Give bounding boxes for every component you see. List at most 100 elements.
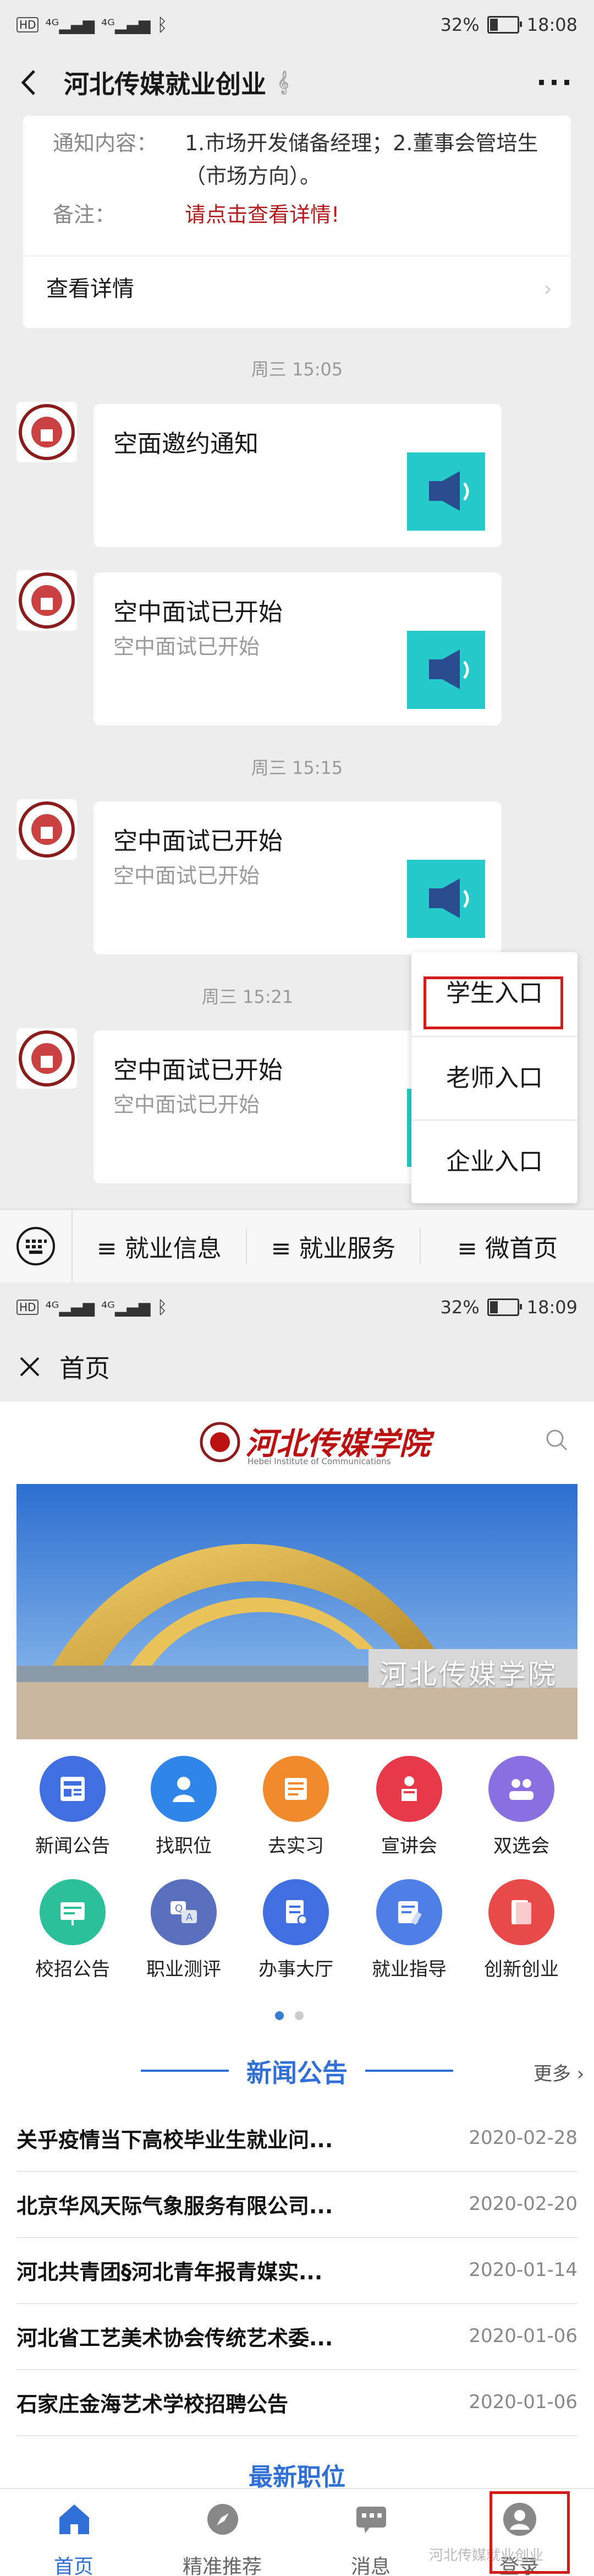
avatar[interactable] — [16, 799, 77, 860]
search-icon[interactable] — [544, 1428, 569, 1452]
public-account-menu: ≡ 就业信息 ≡ 就业服务 ≡ 微首页 — [0, 1209, 594, 1282]
highlight-box — [424, 976, 563, 1029]
menu-employment-info[interactable]: ≡ 就业信息 — [73, 1229, 247, 1264]
hd-icon: HD — [16, 17, 39, 32]
speaker-icon — [376, 1756, 442, 1822]
page-dot — [295, 2011, 304, 2020]
document-icon — [263, 1879, 329, 1945]
more-icon[interactable]: ··· — [536, 67, 574, 99]
ear-icon: 𝄞 — [277, 71, 289, 94]
message-card[interactable]: 空中面试已开始 空中面试已开始 — [94, 801, 502, 954]
grid-item-campus-recruit[interactable]: 校招公告 — [13, 1879, 132, 1981]
grid-label: 双选会 — [493, 1835, 549, 1857]
grid-item-job-fair[interactable]: 双选会 — [462, 1756, 581, 1858]
chat-title-bar: 河北传媒就业创业 𝄞 ··· — [0, 50, 594, 116]
keyboard-icon[interactable] — [0, 1210, 73, 1282]
tab-recommend[interactable]: 精准推荐 — [163, 2489, 282, 2576]
campus-banner[interactable]: 河北传媒学院 — [16, 1484, 578, 1739]
chevron-right-icon: › — [543, 276, 552, 302]
highlight-box — [490, 2491, 570, 2574]
grid-item-career-test[interactable]: QA 职业测评 — [124, 1879, 243, 1981]
grid-label: 新闻公告 — [35, 1835, 110, 1857]
news-item[interactable]: 北京华风天际气象服务有限公司... 2020-02-20 — [16, 2171, 578, 2238]
title-decor-right — [365, 2070, 453, 2072]
message-desc: 空中面试已开始 — [113, 864, 260, 888]
news-item[interactable]: 关乎疫情当下高校毕业生就业问... 2020-02-28 — [16, 2105, 578, 2172]
hd-icon: HD — [16, 1300, 39, 1315]
message-desc: 空中面试已开始 — [113, 1093, 260, 1117]
timestamp: 周三 15:15 — [251, 757, 343, 778]
signal-icon-2: ⁴ᴳ▂▄▆ — [101, 15, 151, 34]
avatar[interactable] — [16, 1028, 77, 1089]
grid-item-jobs[interactable]: 找职位 — [124, 1756, 243, 1858]
message-title: 空面邀约通知 — [113, 430, 258, 458]
menu-employment-service[interactable]: ≡ 就业服务 — [247, 1229, 421, 1264]
news-title: 石家庄金海艺术学校招聘公告 — [16, 2392, 289, 2416]
grid-label: 找职位 — [156, 1835, 212, 1857]
close-icon[interactable] — [19, 1356, 41, 1378]
avatar[interactable] — [16, 402, 77, 462]
news-item[interactable]: 河北共青团§河北青年报青媒实... 2020-01-14 — [16, 2237, 578, 2304]
battery-percent: 32% — [440, 14, 480, 35]
guide-icon — [376, 1879, 442, 1945]
section-title: 新闻公告 — [246, 2058, 348, 2088]
message-title: 空中面试已开始 — [113, 1056, 283, 1084]
page-title: 首页 — [59, 1354, 110, 1383]
message-card[interactable]: 空中面试已开始 空中面试已开始 — [94, 572, 502, 725]
grid-item-seminar[interactable]: 宣讲会 — [350, 1756, 469, 1858]
more-link[interactable]: 更多 › — [534, 2059, 584, 2086]
grid-item-news[interactable]: 新闻公告 — [13, 1756, 132, 1858]
teacher-entry-item[interactable]: 老师入口 — [411, 1037, 578, 1120]
grid-item-entrepreneur[interactable]: 创新创业 — [462, 1879, 581, 1981]
clock: 18:09 — [526, 1297, 578, 1318]
chat-title: 河北传媒就业创业 — [64, 69, 266, 99]
news-item[interactable]: 河北省工艺美术协会传统艺术委... 2020-01-06 — [16, 2303, 578, 2370]
page-indicator — [275, 2011, 304, 2020]
tab-label: 首页 — [53, 2556, 94, 2576]
chat-screen: HD ⁴ᴳ▂▄▆ ⁴ᴳ▂▄▆ ᛒ 32% 18:08 河北传媒就业创业 𝄞 ··… — [0, 0, 594, 1282]
grid-label: 校招公告 — [35, 1958, 110, 1980]
message-card[interactable]: 空面邀约通知 — [94, 404, 502, 547]
board-icon — [40, 1879, 106, 1945]
battery-icon — [487, 1298, 522, 1316]
page-dot-active — [275, 2011, 284, 2020]
svg-text:A: A — [186, 1912, 193, 1923]
status-bar: HD ⁴ᴳ▂▄▆ ⁴ᴳ▂▄▆ ᛒ 32% 18:08 — [0, 0, 594, 50]
back-icon[interactable] — [20, 69, 47, 96]
news-date: 2020-02-28 — [469, 2127, 578, 2149]
grid-item-service-hall[interactable]: 办事大厅 — [237, 1879, 355, 1981]
person-search-icon — [151, 1756, 217, 1822]
news-title: 河北省工艺美术协会传统艺术委... — [16, 2326, 333, 2350]
view-details-label: 查看详情 — [46, 276, 134, 302]
newspaper-icon — [40, 1756, 106, 1822]
notice-remark-value: 请点击查看详情! — [185, 203, 340, 227]
briefcase-icon — [263, 1756, 329, 1822]
chat-bubble-icon — [353, 2501, 389, 2537]
tab-messages[interactable]: 消息 — [311, 2489, 430, 2576]
home-icon — [56, 2501, 92, 2537]
notice-card: 通知内容： 1.市场开发储备经理；2.董事会管培生（市场方向）。 备注： 请点击… — [23, 116, 571, 328]
handshake-icon — [488, 1756, 554, 1822]
battery-icon — [487, 16, 522, 34]
notice-content-label: 通知内容： — [53, 131, 158, 155]
avatar[interactable] — [16, 570, 77, 631]
news-section-header: 新闻公告 更多 › — [0, 2042, 594, 2097]
book-icon — [488, 1879, 554, 1945]
view-details-link[interactable]: 查看详情 › — [46, 259, 552, 319]
signal-icon: ⁴ᴳ▂▄▆ — [45, 1298, 95, 1317]
news-item[interactable]: 石家庄金海艺术学校招聘公告 2020-01-06 — [16, 2369, 578, 2436]
banner-sign: 河北传媒学院 — [380, 1658, 558, 1690]
menu-micro-homepage[interactable]: ≡ 微首页 — [421, 1229, 594, 1264]
enterprise-entry-item[interactable]: 企业入口 — [411, 1121, 578, 1203]
grid-item-internship[interactable]: 去实习 — [237, 1756, 355, 1858]
megaphone-icon — [407, 860, 485, 938]
school-logo-row: 河北传媒学院 Hebei Institute of Communications — [0, 1409, 594, 1481]
news-title: 河北共青团§河北青年报青媒实... — [16, 2260, 323, 2284]
grid-label: 去实习 — [268, 1835, 324, 1857]
news-date: 2020-01-06 — [469, 2325, 578, 2347]
news-date: 2020-02-20 — [469, 2193, 578, 2215]
megaphone-icon — [407, 631, 485, 709]
tab-home[interactable]: 首页 — [14, 2489, 133, 2576]
grid-item-guidance[interactable]: 就业指导 — [350, 1879, 469, 1981]
homepage-screen: HD ⁴ᴳ▂▄▆ ⁴ᴳ▂▄▆ ᛒ 32% 18:09 首页 河北传媒学院 Heb… — [0, 1282, 594, 2576]
